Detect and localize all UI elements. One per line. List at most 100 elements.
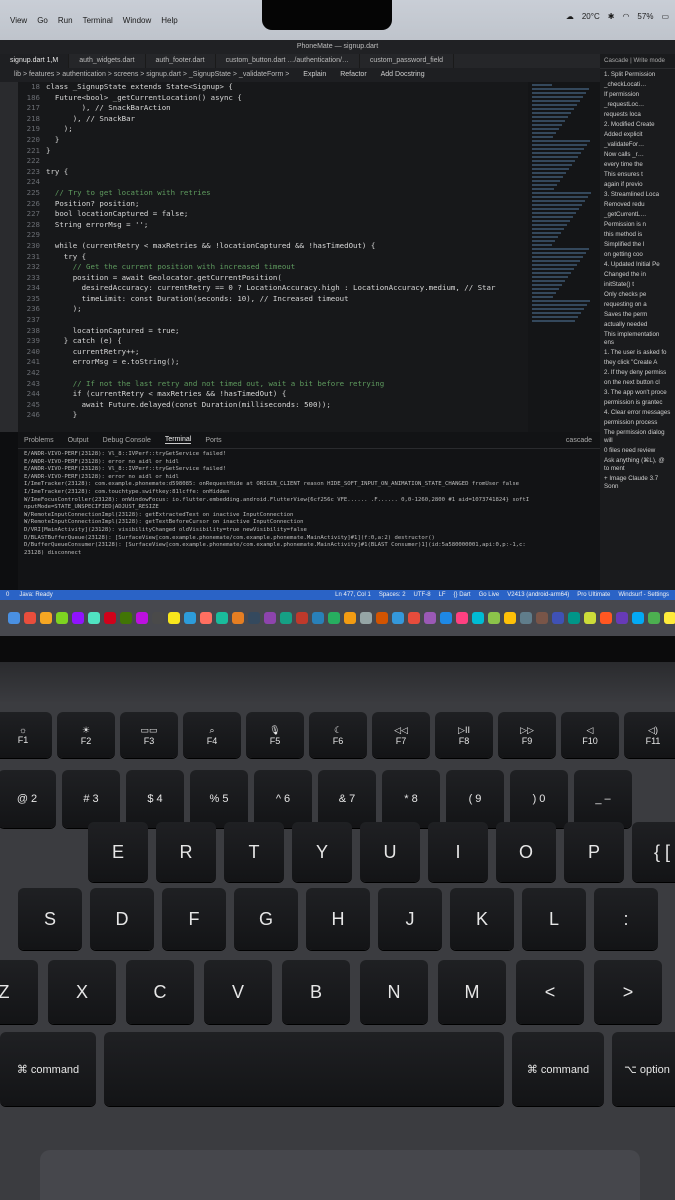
letter-key[interactable]: P [564, 822, 624, 882]
letter-key[interactable]: Y [292, 822, 352, 882]
number-key[interactable]: ) 0 [510, 770, 568, 828]
code-line[interactable]: 231 try { [18, 252, 528, 263]
status-item[interactable]: LF [439, 592, 446, 598]
dock-app-icon[interactable] [312, 612, 324, 624]
tab-signup-dart[interactable]: signup.dart 1,M [0, 54, 70, 68]
dock-app-icon[interactable] [376, 612, 388, 624]
tab-auth-footer[interactable]: auth_footer.dart [146, 54, 216, 68]
letter-key[interactable]: { [ [632, 822, 675, 882]
dock-app-icon[interactable] [488, 612, 500, 624]
dock-app-icon[interactable] [664, 612, 675, 624]
menu-help[interactable]: Help [161, 16, 177, 25]
dock-app-icon[interactable] [216, 612, 228, 624]
dock-app-icon[interactable] [104, 612, 116, 624]
fn-key[interactable]: ◁◁ F7 [372, 712, 430, 758]
dock-app-icon[interactable] [616, 612, 628, 624]
code-line[interactable]: 18 class _SignupState extends State<Signu… [18, 82, 528, 93]
code-line[interactable]: 233 position = await Geolocator.getCurre… [18, 273, 528, 284]
breadcrumb-path[interactable]: lib > features > authentication > screen… [14, 71, 289, 78]
code-line[interactable]: 186 Future<bool> _getCurrentLocation() a… [18, 93, 528, 104]
letter-key[interactable]: : [594, 888, 658, 950]
status-item[interactable]: V2413 (android-arm64) [507, 592, 569, 598]
dock-app-icon[interactable] [568, 612, 580, 624]
dock-app-icon[interactable] [360, 612, 372, 624]
letter-key[interactable]: B [282, 960, 350, 1024]
code-line[interactable]: 226 Position? position; [18, 199, 528, 210]
battery-icon[interactable]: ▭ [661, 12, 669, 21]
panel-tab-debug-console[interactable]: Debug Console [103, 437, 151, 444]
letter-key[interactable]: V [204, 960, 272, 1024]
code-line[interactable]: 242 [18, 368, 528, 379]
status-item[interactable]: Windsurf - Settings [618, 592, 669, 598]
menu-run[interactable]: Run [58, 16, 73, 25]
tab-custom-password-field[interactable]: custom_password_field [360, 54, 455, 68]
dock-app-icon[interactable] [280, 612, 292, 624]
code-line[interactable]: 237 [18, 315, 528, 326]
dock-app-icon[interactable] [264, 612, 276, 624]
letter-key[interactable]: U [360, 822, 420, 882]
fn-key[interactable]: ▷II F8 [435, 712, 493, 758]
dock-app-icon[interactable] [72, 612, 84, 624]
wifi-icon[interactable]: ◠ [622, 12, 629, 21]
dock-app-icon[interactable] [632, 612, 644, 624]
menu-view[interactable]: View [10, 16, 27, 25]
dock-app-icon[interactable] [248, 612, 260, 624]
status-item[interactable]: {} Dart [454, 592, 471, 598]
dock-app-icon[interactable] [56, 612, 68, 624]
refactor-button[interactable]: Refactor [340, 71, 366, 78]
letter-key[interactable]: O [496, 822, 556, 882]
panel-tab-terminal[interactable]: Terminal [164, 436, 192, 444]
fn-key[interactable]: ◁) F11 [624, 712, 675, 758]
code-line[interactable]: 222 [18, 156, 528, 167]
menu-terminal[interactable]: Terminal [83, 16, 113, 25]
tab-auth-widgets[interactable]: auth_widgets.dart [69, 54, 146, 68]
letter-key[interactable]: Z [0, 960, 38, 1024]
code-line[interactable]: 219 ); [18, 124, 528, 135]
menu-window[interactable]: Window [123, 16, 151, 25]
status-item[interactable]: UTF-8 [414, 592, 431, 598]
code-line[interactable]: 229 [18, 230, 528, 241]
dock-app-icon[interactable] [40, 612, 52, 624]
number-key[interactable]: # 3 [62, 770, 120, 828]
bluetooth-icon[interactable]: ✱ [608, 12, 615, 21]
letter-key[interactable]: G [234, 888, 298, 950]
code-line[interactable]: 232 // Get the current position with inc… [18, 262, 528, 273]
code-line[interactable]: 235 timeLimit: const Duration(seconds: 1… [18, 294, 528, 305]
explain-button[interactable]: Explain [303, 71, 326, 78]
dock-app-icon[interactable] [520, 612, 532, 624]
minimap[interactable] [528, 82, 600, 432]
terminal-name[interactable]: cascade [566, 437, 592, 444]
code-line[interactable]: 227 bool locationCaptured = false; [18, 209, 528, 220]
letter-key[interactable]: M [438, 960, 506, 1024]
letter-key[interactable]: T [224, 822, 284, 882]
code-line[interactable]: 218 ), // SnackBar [18, 114, 528, 125]
code-line[interactable]: 244 if (currentRetry < maxRetries && !ha… [18, 389, 528, 400]
dock-app-icon[interactable] [584, 612, 596, 624]
panel-tab-ports[interactable]: Ports [205, 437, 221, 444]
dock-app-icon[interactable] [408, 612, 420, 624]
letter-key[interactable]: F [162, 888, 226, 950]
dock-app-icon[interactable] [152, 612, 164, 624]
letter-key[interactable]: R [156, 822, 216, 882]
code-line[interactable]: 240 currentRetry++; [18, 347, 528, 358]
number-key[interactable]: ^ 6 [254, 770, 312, 828]
fn-key[interactable]: 🎙 F5 [246, 712, 304, 758]
letter-key[interactable]: L [522, 888, 586, 950]
dock-app-icon[interactable] [504, 612, 516, 624]
dock-app-icon[interactable] [8, 612, 20, 624]
command-key-left[interactable]: ⌘ command [0, 1032, 96, 1106]
dock-app-icon[interactable] [200, 612, 212, 624]
panel-tab-problems[interactable]: Problems [24, 437, 54, 444]
weather-icon[interactable]: ☁ [566, 12, 574, 21]
dock-app-icon[interactable] [120, 612, 132, 624]
number-key[interactable]: $ 4 [126, 770, 184, 828]
status-item[interactable]: Spaces: 2 [379, 592, 406, 598]
add-docstring-button[interactable]: Add Docstring [381, 71, 425, 78]
dock-app-icon[interactable] [440, 612, 452, 624]
letter-key[interactable]: J [378, 888, 442, 950]
status-item[interactable]: Go Live [479, 592, 500, 598]
terminal-output[interactable]: E/ANDR-VIVO-PERF(23128): Vl_8::IVPerf::t… [18, 449, 600, 559]
option-key[interactable]: ⌥ option [612, 1032, 675, 1106]
letter-key[interactable]: K [450, 888, 514, 950]
dock-app-icon[interactable] [88, 612, 100, 624]
